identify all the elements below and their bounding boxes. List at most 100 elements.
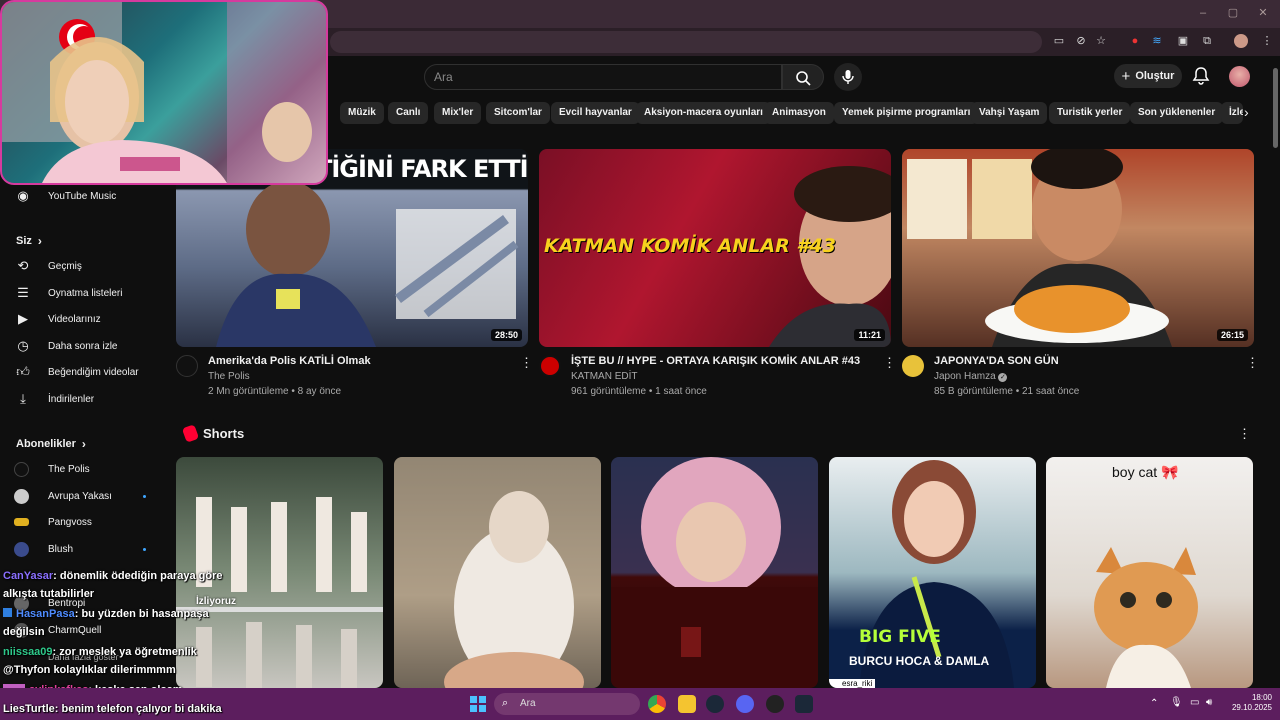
- subscriptions-heading-label: Abonelikler: [16, 438, 76, 450]
- sidebar-you-heading[interactable]: Siz ›: [16, 234, 42, 248]
- eye-off-icon[interactable]: ⊘: [1074, 34, 1088, 48]
- short-overlay-text: boy cat 🎀: [1112, 464, 1179, 480]
- sidebar-item-liked-videos[interactable]: 👍︎ Beğendiğim videolar: [14, 361, 139, 383]
- maximize-icon[interactable]: ▢: [1226, 6, 1240, 20]
- chip-mixes[interactable]: Mix'ler: [434, 102, 482, 124]
- thumbnail-headline: KATMAN KOMİK ANLAR #43: [544, 235, 836, 257]
- chip-live[interactable]: Canlı: [388, 102, 429, 124]
- chip-wildlife[interactable]: Vahşi Yaşam: [971, 102, 1048, 124]
- obs-app-icon[interactable]: [766, 695, 784, 713]
- clock-date: 29.10.2025: [1231, 703, 1272, 712]
- video-channel[interactable]: The Polis: [208, 371, 250, 382]
- channel-avatar[interactable]: [176, 355, 198, 377]
- network-tray-icon[interactable]: ▭: [1190, 697, 1199, 708]
- windows-start-icon[interactable]: [470, 696, 486, 712]
- bookmark-star-icon[interactable]: ☆: [1094, 34, 1108, 48]
- video-menu-icon[interactable]: ⋮: [520, 356, 533, 369]
- video-channel[interactable]: Japon Hamza ✓: [934, 371, 1008, 382]
- sidebar-item-youtube-music[interactable]: ◉ YouTube Music: [14, 185, 116, 207]
- chip-tourist-spots[interactable]: Turistik yerler: [1049, 102, 1131, 124]
- chip-sitcoms[interactable]: Sitcom'lar: [486, 102, 550, 124]
- video-title[interactable]: JAPONYA'DA SON GÜN: [934, 355, 1059, 367]
- short-thumbnail-2[interactable]: [394, 457, 601, 688]
- short-thumbnail-3[interactable]: [611, 457, 818, 688]
- tray-overflow-icon[interactable]: ⌃: [1150, 698, 1158, 709]
- search-button[interactable]: [782, 64, 824, 90]
- voice-search-button[interactable]: [834, 63, 862, 91]
- extensions-puzzle-icon[interactable]: ⧉: [1200, 34, 1214, 48]
- you-heading-label: Siz: [16, 235, 32, 247]
- chat-line: LiesTurtle: benim telefon çalıyor bi dak…: [3, 703, 222, 715]
- playlists-icon: ☰: [17, 285, 29, 300]
- sidebar-item-watch-later[interactable]: ◷ Daha sonra izle: [14, 335, 117, 357]
- chat-message: : benim telefon çalıyor bi dakika: [54, 703, 222, 715]
- taskbar-search-label: Ara: [520, 698, 536, 709]
- shorts-heading: Shorts: [203, 426, 245, 441]
- sidebar-item-history[interactable]: ⟲ Geçmiş: [14, 255, 82, 277]
- video-thumbnail-3[interactable]: 26:15: [902, 149, 1254, 347]
- chip-recently-uploaded[interactable]: Son yüklenenler: [1130, 102, 1224, 124]
- video-title[interactable]: Amerika'da Polis KATİLİ Olmak: [208, 355, 371, 367]
- steam-window-icon[interactable]: [795, 695, 813, 713]
- cast-icon[interactable]: ▭: [1052, 34, 1066, 48]
- video-meta: 961 görüntüleme • 1 saat önce: [571, 386, 707, 397]
- chip-music[interactable]: Müzik: [340, 102, 384, 124]
- microphone-tray-icon[interactable]: 🎙︎: [1170, 697, 1183, 708]
- url-field[interactable]: [330, 31, 1042, 53]
- video-menu-icon[interactable]: ⋮: [883, 356, 896, 369]
- video-channel[interactable]: KATMAN EDİT: [571, 371, 637, 382]
- clock-icon: ◷: [17, 338, 29, 353]
- chrome-app-icon[interactable]: [648, 695, 666, 713]
- short-thumbnail-4[interactable]: BIG FIVE BURCU HOCA & DAMLA esra_riki: [829, 457, 1036, 688]
- video-menu-icon[interactable]: ⋮: [1246, 356, 1259, 369]
- video-title[interactable]: İŞTE BU // HYPE - ORTAYA KARIŞIK KOMİK A…: [571, 355, 860, 367]
- sidebar-sub-the-polis[interactable]: The Polis: [14, 458, 90, 480]
- short-thumbnail-5[interactable]: boy cat 🎀: [1046, 457, 1253, 688]
- chips-next-chevron-icon[interactable]: ›: [1244, 104, 1249, 120]
- channel-avatar: [14, 518, 29, 526]
- steam-app-icon[interactable]: [706, 695, 724, 713]
- sidebar-sub-pangvoss[interactable]: Pangvoss: [14, 511, 92, 533]
- sidebar-item-label: Beğendiğim videolar: [48, 366, 139, 378]
- page-scrollbar-thumb[interactable]: [1273, 68, 1278, 148]
- browser-menu-icon[interactable]: ⋮: [1260, 34, 1274, 48]
- chip-cooking[interactable]: Yemek pişirme programları: [834, 102, 979, 124]
- taskbar-search-input[interactable]: [494, 693, 640, 715]
- channel-avatar[interactable]: [539, 355, 561, 377]
- channel-avatar[interactable]: [902, 355, 924, 377]
- channel-avatar: [14, 541, 29, 557]
- chip-animation[interactable]: Animasyon: [764, 102, 834, 124]
- search-input[interactable]: [424, 64, 782, 90]
- sidebar-item-playlists[interactable]: ☰ Oynatma listeleri: [14, 282, 122, 304]
- chat-message: : dönemlik ödediğin paraya göre: [53, 570, 223, 582]
- chip-watch[interactable]: İzle: [1221, 102, 1243, 124]
- volume-tray-icon[interactable]: 🔊︎: [1206, 697, 1212, 708]
- minimize-icon[interactable]: –: [1196, 6, 1210, 20]
- your-videos-icon: ▶: [18, 311, 28, 326]
- taskbar-clock[interactable]: 18:00 29.10.2025: [1224, 693, 1272, 713]
- sidebar-item-label: Videolarınız: [48, 313, 101, 325]
- channel-avatar: [14, 488, 29, 504]
- extension-box-icon[interactable]: ▣: [1176, 34, 1190, 48]
- sidebar-subscriptions-heading[interactable]: Abonelikler ›: [16, 437, 86, 451]
- profile-avatar-icon[interactable]: [1234, 34, 1248, 48]
- extension-red-icon[interactable]: ●: [1128, 34, 1142, 48]
- extension-wave-icon[interactable]: ≋: [1150, 34, 1164, 48]
- create-button[interactable]: + Oluştur: [1114, 64, 1182, 88]
- video-thumbnail-2[interactable]: KATMAN KOMİK ANLAR #43 11:21: [539, 149, 891, 347]
- chip-pets[interactable]: Evcil hayvanlar: [551, 102, 640, 124]
- video-duration: 28:50: [490, 329, 522, 341]
- account-avatar[interactable]: [1229, 66, 1250, 87]
- close-icon[interactable]: ✕: [1256, 6, 1270, 20]
- sidebar-sub-blush[interactable]: Blush: [14, 538, 146, 560]
- sidebar-item-downloads[interactable]: ⤓ İndirilenler: [14, 388, 94, 410]
- discord-app-icon[interactable]: [736, 695, 754, 713]
- file-explorer-icon[interactable]: [678, 695, 696, 713]
- notifications-bell-icon[interactable]: [1192, 66, 1210, 86]
- short-overlay-text: İzliyoruz: [196, 596, 237, 607]
- sidebar-sub-avrupa-yakasi[interactable]: Avrupa Yakası: [14, 485, 146, 507]
- chip-action-games[interactable]: Aksiyon-macera oyunları: [636, 102, 771, 124]
- shorts-menu-icon[interactable]: ⋮: [1238, 426, 1251, 442]
- sidebar-item-your-videos[interactable]: ▶ Videolarınız: [14, 308, 101, 330]
- short-overlay-title: BIG FIVE: [859, 627, 941, 647]
